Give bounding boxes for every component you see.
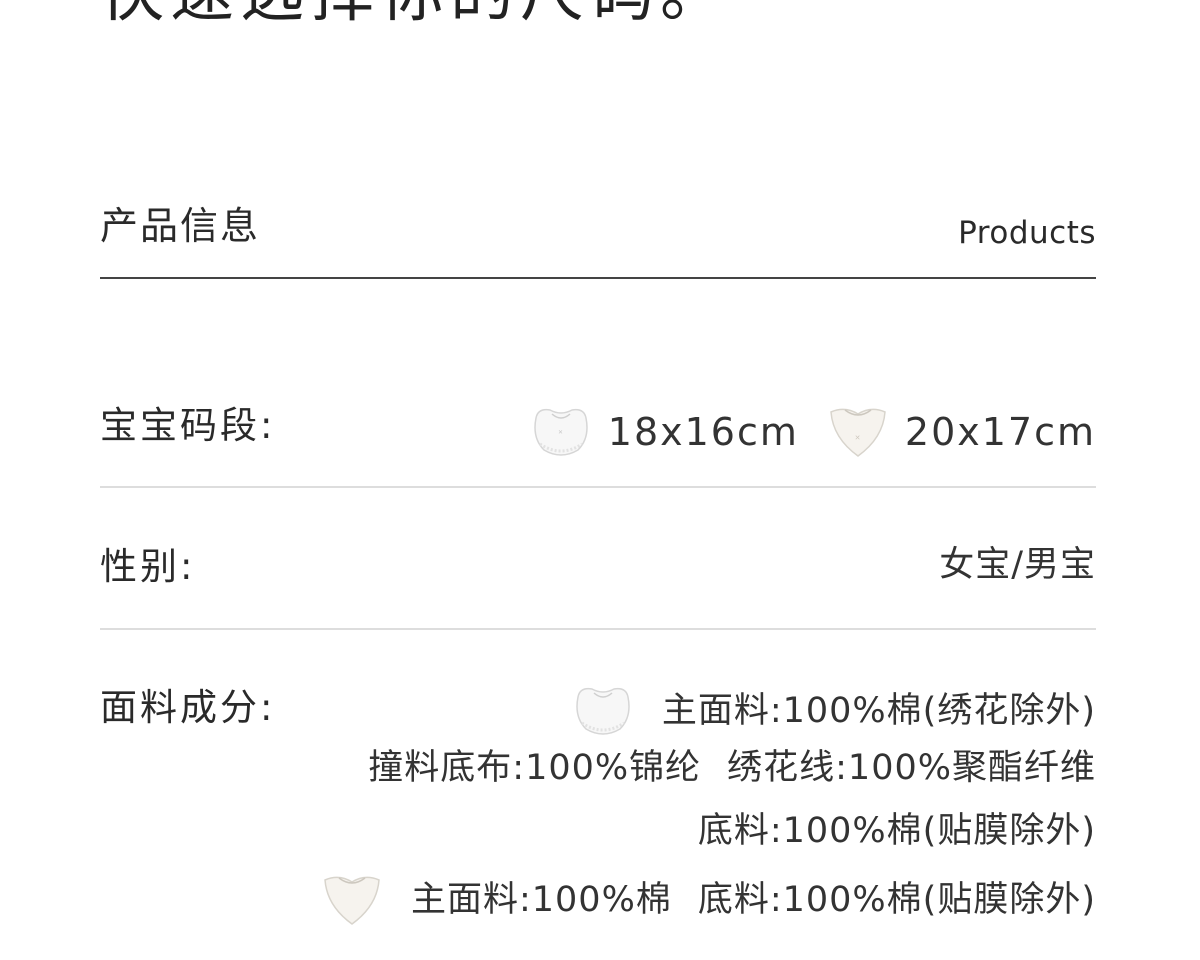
triangle-bib-icon [319,872,385,928]
gender-label: 性别: [100,545,196,588]
material-line-1: 主面料:100%棉(绣花除外) [570,683,1096,739]
material-contrast-fabric: 撞料底布:100%锦纶 [368,748,702,788]
round-bib-icon: ✕ [528,404,594,460]
triangle-bib-icon: ✕ [825,404,891,460]
section-title: 产品信息 [100,204,261,248]
material-label: 面料成分: [100,686,276,729]
row-divider [100,486,1096,488]
size-option-small: 18x16cm [607,410,799,454]
material-line-4: 主面料:100%棉 底料:100%棉(贴膜除外) [319,872,1096,928]
header-divider [100,277,1096,279]
size-options: ✕ 18x16cm ✕ 20x17cm [528,404,1096,460]
material-base-fabric-2: 底料:100%棉(贴膜除外) [697,880,1096,920]
svg-text:✕: ✕ [854,434,861,442]
material-line-2: 撞料底布:100%锦纶 绣花线:100%聚酯纤维 [368,746,1096,790]
round-bib-icon [570,683,636,739]
size-label: 宝宝码段: [100,404,276,447]
material-line-3: 底料:100%棉(贴膜除外) [698,809,1096,853]
material-main-fabric-2: 主面料:100%棉 [410,880,672,920]
gender-value: 女宝/男宝 [939,545,1096,585]
material-base-fabric: 底料:100%棉(贴膜除外) [697,811,1096,851]
material-main-fabric: 主面料:100%棉(绣花除外) [661,691,1096,731]
material-embroidery-thread: 绣花线:100%聚酯纤维 [727,748,1096,788]
row-divider [100,628,1096,630]
gender-value-line: 女宝/男宝 [939,543,1096,587]
page-heading: 快速选择你的尺码。 [100,0,730,26]
size-option-large: 20x17cm [904,410,1096,454]
section-subtitle: Products [958,215,1096,251]
svg-text:✕: ✕ [558,429,564,436]
